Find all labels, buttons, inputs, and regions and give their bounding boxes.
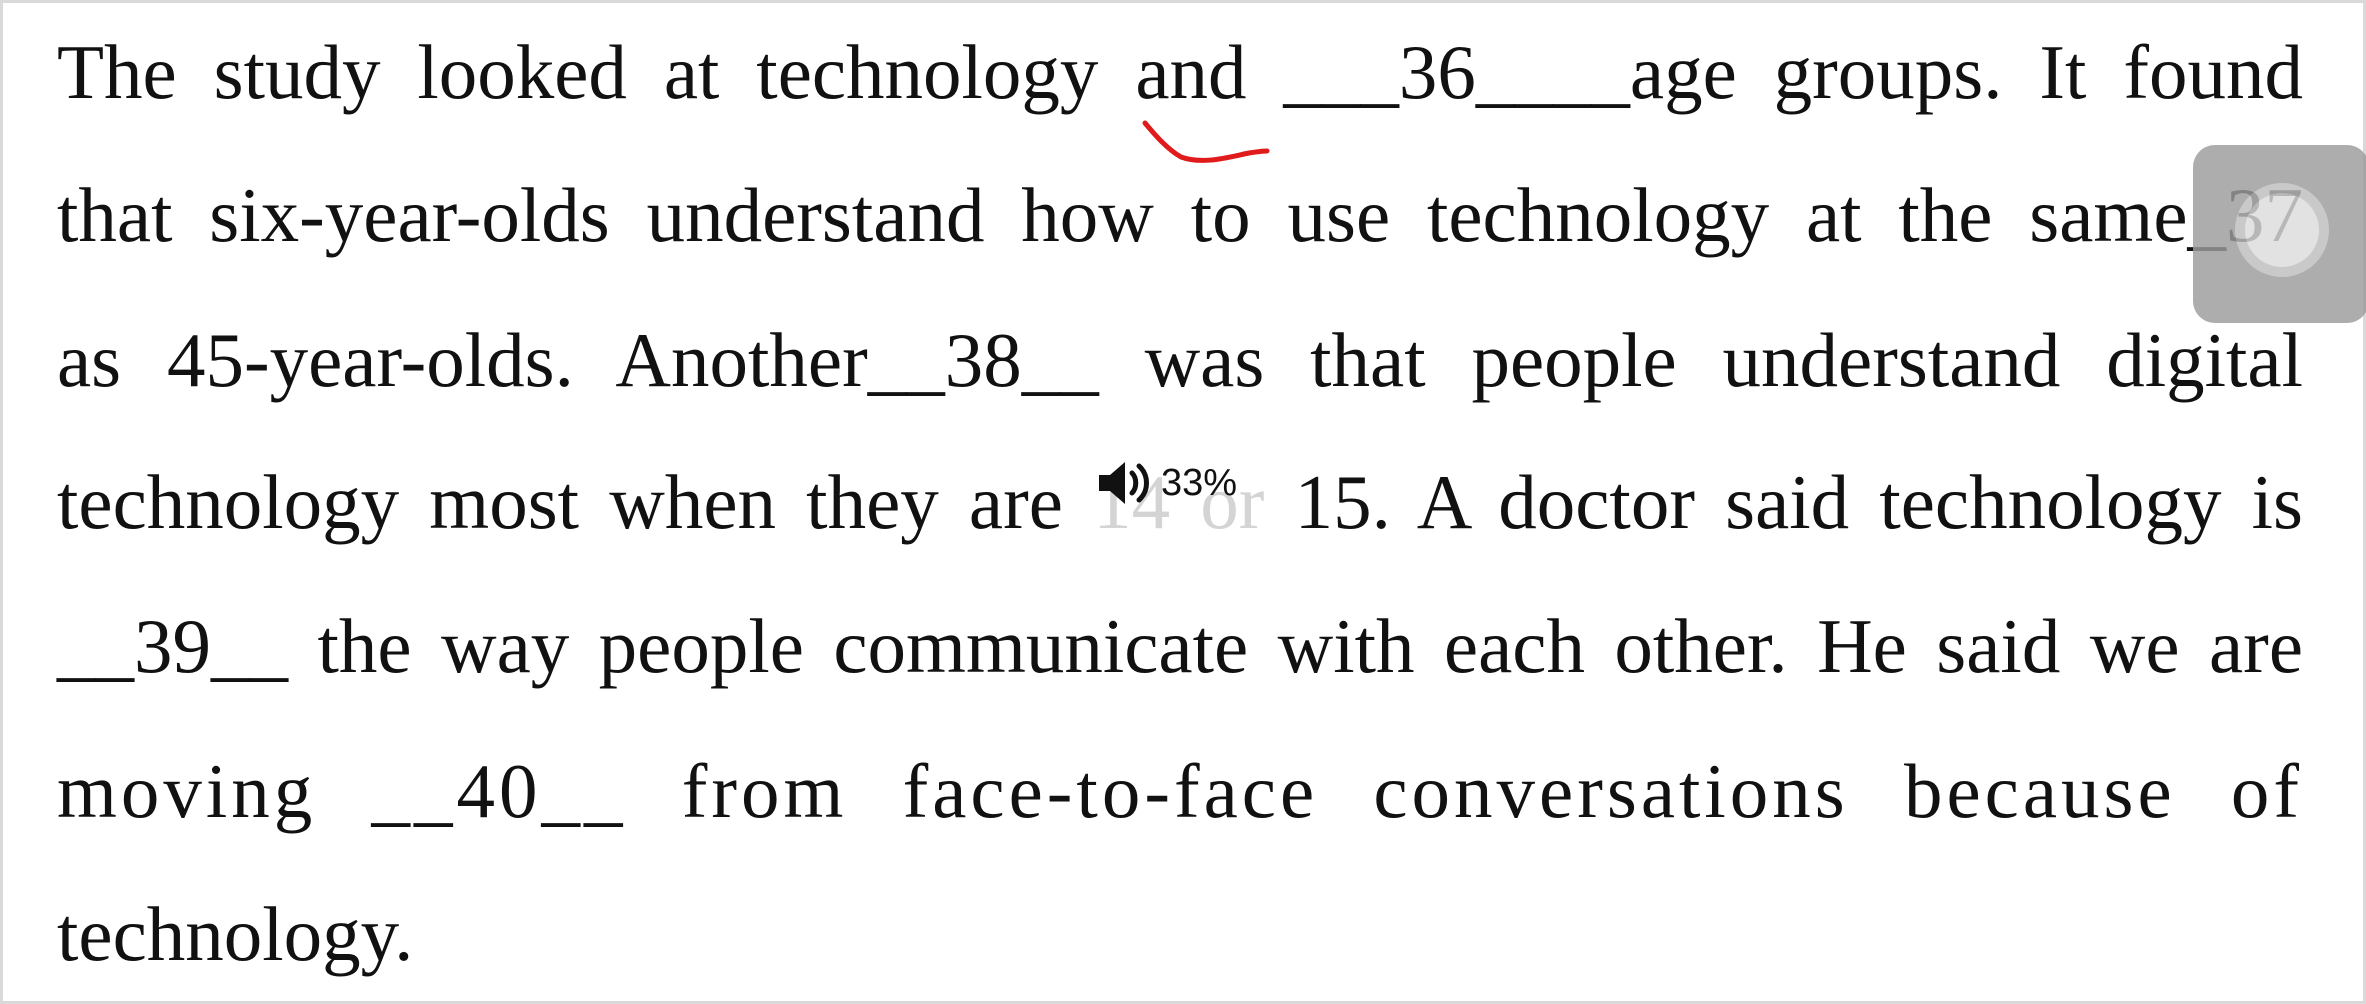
assistive-touch-button[interactable] (2193, 145, 2366, 323)
passage-line-3: as 45-year-olds. Another__38__ was that … (57, 317, 2303, 403)
speaker-icon (1099, 462, 1149, 504)
passage-line-7: technology. (57, 891, 414, 977)
assistive-touch-icon (2245, 193, 2319, 267)
document-page: The study looked at technology and ___36… (0, 0, 2366, 1004)
passage-line-1: The study looked at technology and ___36… (57, 29, 2303, 115)
volume-percent-label: 33% (1161, 461, 1238, 504)
passage-line-6: moving __40__ from face-to-face conversa… (57, 748, 2303, 834)
handwritten-underline-annotation (1142, 120, 1270, 163)
passage-line-4-start: technology most when they are (57, 459, 1063, 545)
audio-volume-indicator[interactable]: 33% (1095, 451, 1237, 515)
passage-line-4-end: 15. A doctor said technology is (1294, 459, 2303, 545)
passage-line-2: that six-year-olds understand how to use… (57, 172, 2303, 258)
passage-line-5: __39__ the way people communicate with e… (57, 603, 2303, 689)
